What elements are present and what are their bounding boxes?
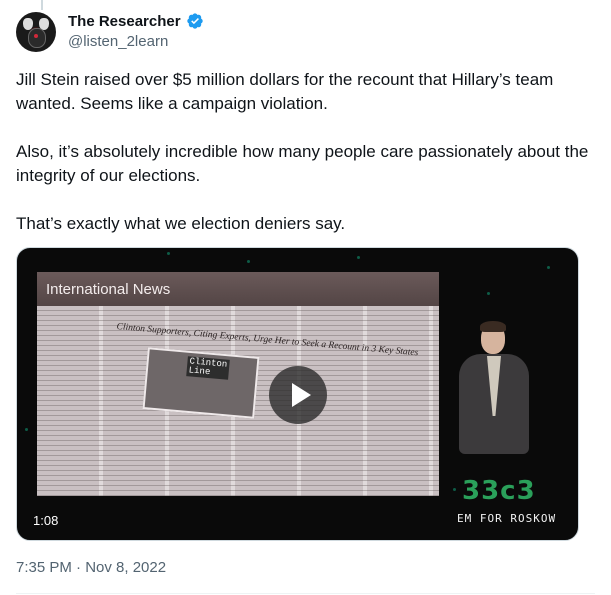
divider (16, 593, 595, 594)
background-speck (357, 256, 360, 259)
tweet-timestamp[interactable]: 7:35 PM · Nov 8, 2022 (16, 559, 166, 576)
conference-logo: 33c3 (462, 476, 536, 506)
video-banner: International News (37, 272, 439, 306)
conference-logo-subtitle: EM FOR ROSKOW (457, 512, 557, 525)
author-display-name[interactable]: The Researcher (68, 13, 181, 30)
play-icon (292, 383, 311, 407)
avatar-face (28, 28, 46, 48)
video-duration: 1:08 (33, 513, 59, 528)
author-handle[interactable]: @listen_2learn (68, 33, 168, 50)
avatar[interactable] (16, 12, 56, 52)
thread-connector-line (41, 0, 43, 10)
tweet-text: Jill Stein raised over $5 million dollar… (16, 68, 596, 260)
verified-badge-icon[interactable] (186, 12, 204, 30)
newspaper-image: Clinton Supporters, Citing Experts, Urge… (37, 306, 439, 496)
speaker-hair (480, 321, 506, 332)
speaker-figure (447, 318, 547, 468)
video-player[interactable]: International News Clinton Supporters, C… (16, 247, 579, 541)
background-speck (247, 260, 250, 263)
background-speck (547, 266, 550, 269)
play-button[interactable] (269, 366, 327, 424)
background-speck (487, 292, 490, 295)
background-speck (167, 252, 170, 255)
background-speck (453, 488, 456, 491)
newspaper-photo-caption: Clinton Line (186, 356, 230, 380)
tweet-paragraph: Also, it’s absolutely incredible how man… (16, 142, 589, 185)
tweet-paragraph: That’s exactly what we election deniers … (16, 214, 346, 233)
avatar-eye (34, 34, 38, 38)
author-name-row: The Researcher (68, 12, 204, 30)
background-speck (25, 428, 28, 431)
tweet-paragraph: Jill Stein raised over $5 million dollar… (16, 70, 554, 113)
